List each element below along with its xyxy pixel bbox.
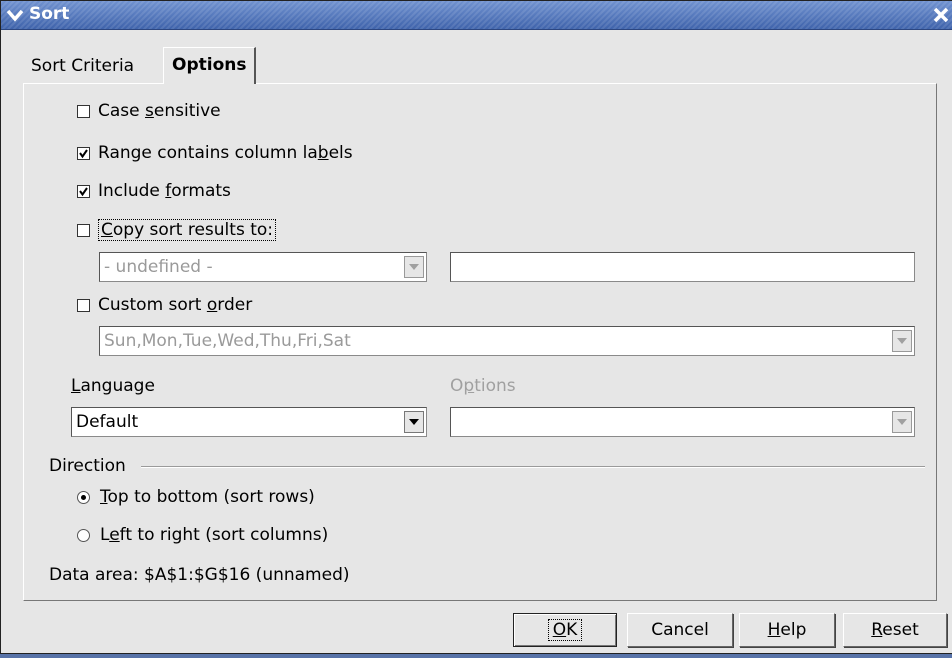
include-formats-label: Include formats xyxy=(98,181,231,201)
tab-sort-criteria[interactable]: Sort Criteria xyxy=(23,51,142,81)
chevron-down-icon[interactable] xyxy=(404,411,424,433)
title-bar[interactable]: Sort xyxy=(1,1,952,30)
custom-order-select[interactable]: Sun,Mon,Tue,Wed,Thu,Fri,Sat xyxy=(99,326,915,356)
include-formats-checkbox[interactable] xyxy=(77,184,90,198)
direction-divider xyxy=(141,466,925,468)
left-to-right-option[interactable]: Left to right (sort columns) xyxy=(77,525,328,545)
copy-results-label: Copy sort results to: xyxy=(98,219,276,241)
column-labels-checkbox[interactable] xyxy=(77,146,90,160)
copy-target-value: - undefined - xyxy=(104,257,213,277)
top-to-bottom-label: Top to bottom (sort rows) xyxy=(100,487,315,507)
case-sensitive-label: Case sensitive xyxy=(98,101,221,121)
column-labels-label: Range contains column labels xyxy=(98,143,353,163)
language-label: Language xyxy=(71,376,155,396)
checkmark-icon xyxy=(79,186,88,196)
help-button[interactable]: Help xyxy=(739,613,835,647)
column-labels-option[interactable]: Range contains column labels xyxy=(77,143,353,163)
custom-order-label: Custom sort order xyxy=(98,295,253,315)
top-to-bottom-radio[interactable] xyxy=(77,490,90,504)
window-menu-icon[interactable] xyxy=(5,5,25,25)
left-to-right-radio[interactable] xyxy=(77,528,90,542)
ok-button[interactable]: OK xyxy=(513,613,617,647)
copy-target-select[interactable]: - undefined - xyxy=(99,252,427,282)
copy-target-input[interactable] xyxy=(450,252,915,282)
copy-results-option[interactable]: Copy sort results to: xyxy=(77,219,276,241)
direction-group-label: Direction xyxy=(49,456,126,476)
cancel-button[interactable]: Cancel xyxy=(627,613,733,647)
case-sensitive-checkbox[interactable] xyxy=(77,104,90,118)
include-formats-option[interactable]: Include formats xyxy=(77,181,231,201)
language-options-label: Options xyxy=(450,376,516,396)
sort-dialog: Sort Sort Criteria Options Case sensitiv… xyxy=(0,0,952,654)
window-title: Sort xyxy=(29,4,70,24)
custom-order-option[interactable]: Custom sort order xyxy=(77,295,252,315)
data-area-text: Data area: $A$1:$G$16 (unnamed) xyxy=(49,565,350,585)
custom-order-value: Sun,Mon,Tue,Wed,Thu,Fri,Sat xyxy=(104,331,351,351)
case-sensitive-option[interactable]: Case sensitive xyxy=(77,101,221,121)
reset-button[interactable]: Reset xyxy=(843,613,947,647)
language-select[interactable]: Default xyxy=(71,407,427,437)
checkmark-icon xyxy=(79,148,88,158)
left-to-right-label: Left to right (sort columns) xyxy=(100,525,329,545)
chevron-down-icon[interactable] xyxy=(892,411,912,433)
custom-order-checkbox[interactable] xyxy=(77,298,90,312)
chevron-down-icon[interactable] xyxy=(892,330,912,352)
language-options-select[interactable] xyxy=(450,407,915,437)
top-to-bottom-option[interactable]: Top to bottom (sort rows) xyxy=(77,487,315,507)
close-icon[interactable] xyxy=(931,5,951,25)
language-value: Default xyxy=(76,412,139,432)
copy-results-checkbox[interactable] xyxy=(77,223,90,237)
tab-options[interactable]: Options xyxy=(163,47,257,84)
chevron-down-icon[interactable] xyxy=(404,256,424,278)
